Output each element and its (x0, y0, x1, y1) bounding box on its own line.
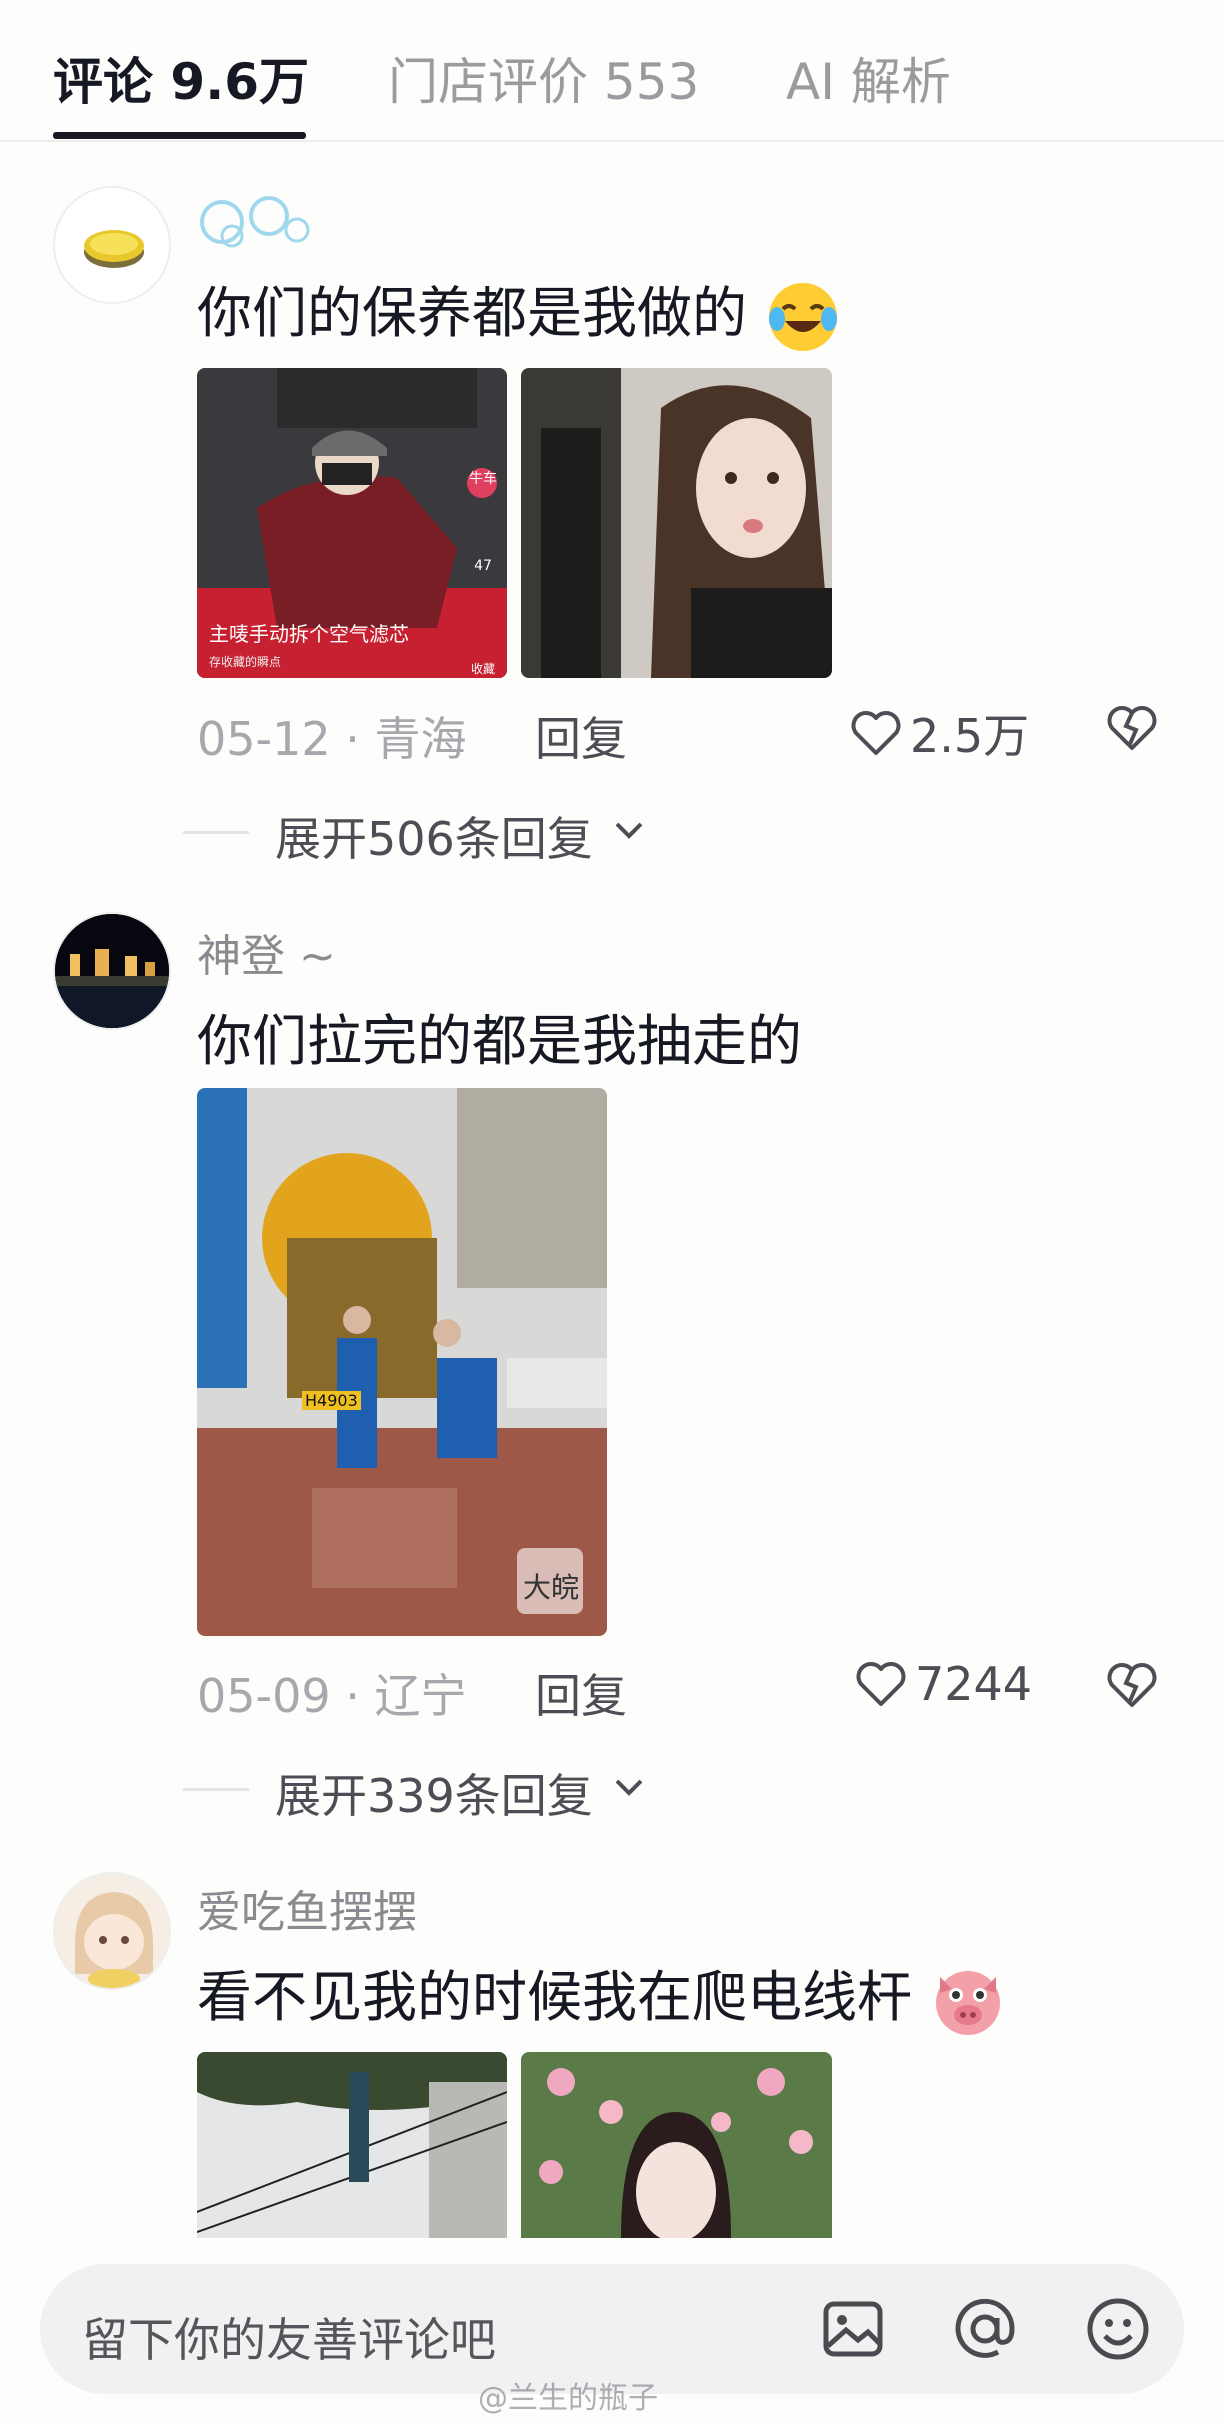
comment-image-selfie[interactable] (521, 368, 832, 678)
like-button[interactable]: 7244 (855, 1657, 1032, 1711)
tab-ai-analysis[interactable]: AI 解析 (786, 42, 951, 114)
pig-face-emoji (935, 1970, 1000, 2035)
broken-heart-icon (1107, 1663, 1157, 1707)
reply-button[interactable]: 回复 (535, 703, 627, 769)
broken-heart-icon (1107, 706, 1157, 750)
weibo-watermark: @兰生的瓶子 (478, 2381, 658, 2416)
username[interactable]: 爱吃鱼摆摆 (197, 1876, 417, 1940)
reply-button[interactable]: 回复 (535, 1660, 627, 1726)
dislike-button[interactable] (1106, 704, 1158, 756)
chevron-down-icon (615, 822, 643, 839)
username[interactable] (197, 192, 317, 252)
crying-laughing-emoji (768, 282, 837, 351)
comment-text: 你们拉完的都是我抽走的 (197, 1009, 803, 1073)
image-icon[interactable] (818, 2294, 888, 2364)
tab-store-reviews[interactable]: 门店评价 553 (388, 42, 699, 114)
comment-tabs: 评论 9.6万 门店评价 553 AI 解析 (0, 0, 1224, 142)
like-count: 2.5万 (910, 709, 1030, 763)
username[interactable]: 神登 ~ (197, 920, 336, 984)
expand-replies-button[interactable]: 展开339条回复 (275, 1760, 593, 1826)
chevron-down-icon (615, 1779, 643, 1796)
dislike-button[interactable] (1106, 1661, 1158, 1713)
comment-text: 你们的保养都是我做的 (197, 268, 841, 355)
avatar[interactable] (53, 1872, 171, 1990)
thumb-user-tag: 牛车 (469, 471, 497, 487)
thumb-like-count: 47 (474, 558, 492, 574)
expand-divider (183, 1788, 249, 1791)
image-watermark: 大皖 (523, 1571, 580, 1604)
comment-image-flowers[interactable] (521, 2052, 832, 2238)
active-tab-indicator (53, 132, 306, 139)
thumb-save-label: 收藏 (470, 662, 495, 676)
like-button[interactable]: 2.5万 (850, 700, 1029, 766)
at-icon[interactable] (950, 2294, 1020, 2364)
avatar[interactable] (53, 186, 171, 304)
heart-icon (856, 1662, 906, 1706)
comment-input-placeholder[interactable]: 留下你的友善评论吧 (82, 2304, 496, 2370)
comment-date-location: 05-09 · 辽宁 (197, 1669, 467, 1723)
emoji-icon[interactable] (1083, 2294, 1153, 2364)
comment-text: 看不见我的时候我在爬电线杆 (197, 1952, 1006, 2039)
thumb-caption: 主唛手动拆个空气滤芯 (209, 622, 409, 646)
comment-image-pole[interactable] (197, 2052, 507, 2238)
avatar[interactable] (53, 912, 171, 1030)
expand-replies-button[interactable]: 展开506条回复 (275, 803, 593, 869)
truck-plate: H4903 (302, 1391, 361, 1410)
like-count: 7244 (915, 1657, 1033, 1711)
comment-image-mechanic[interactable]: 牛车 47 收藏 主唛手动拆个空气滤芯 存收藏的瞬点 (197, 368, 507, 678)
bubbles-icon (200, 196, 310, 248)
expand-divider (183, 831, 249, 834)
heart-icon (851, 711, 901, 755)
comment-date-location: 05-12 · 青海 (197, 712, 467, 766)
comment-image-sewage-truck[interactable]: H4903 大皖 (197, 1088, 607, 1636)
thumb-footer: 存收藏的瞬点 (209, 655, 282, 669)
tab-comments[interactable]: 评论 9.6万 (53, 42, 309, 114)
